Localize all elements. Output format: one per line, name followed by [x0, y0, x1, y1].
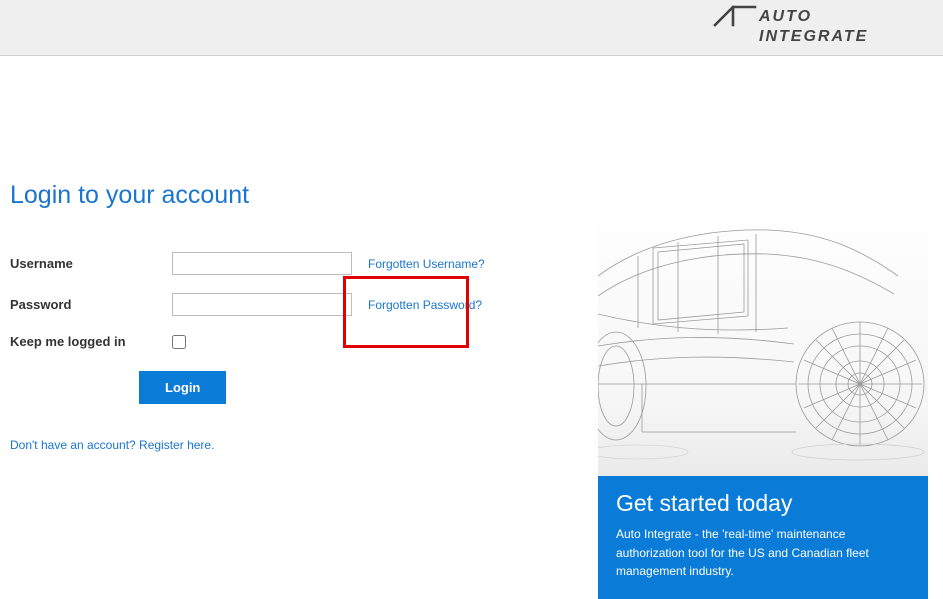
login-button[interactable]: Login — [139, 371, 226, 404]
cta-box: Get started today Auto Integrate - the '… — [598, 476, 928, 599]
password-row: Password Forgotten Password? — [10, 293, 555, 316]
keep-logged-label: Keep me logged in — [10, 334, 172, 349]
keep-logged-row: Keep me logged in — [10, 334, 555, 349]
username-label: Username — [10, 256, 172, 271]
hero-car-image — [598, 216, 928, 476]
login-heading: Login to your account — [10, 181, 555, 210]
forgot-password-link[interactable]: Forgotten Password? — [368, 298, 482, 312]
svg-text:AUTO: AUTO — [758, 8, 812, 25]
forgot-username-link[interactable]: Forgotten Username? — [368, 257, 485, 271]
password-label: Password — [10, 297, 172, 312]
keep-logged-checkbox[interactable] — [172, 335, 186, 349]
top-bar: AUTO INTEGRATE — [0, 0, 943, 56]
username-input[interactable] — [172, 252, 352, 275]
svg-text:INTEGRATE: INTEGRATE — [759, 28, 868, 45]
username-row: Username Forgotten Username? — [10, 252, 555, 275]
register-link[interactable]: Don't have an account? Register here. — [10, 438, 214, 452]
promo-panel: Get started today Auto Integrate - the '… — [598, 56, 928, 599]
brand-logo: AUTO INTEGRATE — [709, 4, 933, 51]
page-body: Login to your account Username Forgotten… — [0, 56, 943, 599]
login-panel: Login to your account Username Forgotten… — [0, 56, 555, 599]
password-input[interactable] — [172, 293, 352, 316]
cta-title: Get started today — [616, 490, 910, 517]
cta-body: Auto Integrate - the 'real-time' mainten… — [616, 525, 910, 581]
